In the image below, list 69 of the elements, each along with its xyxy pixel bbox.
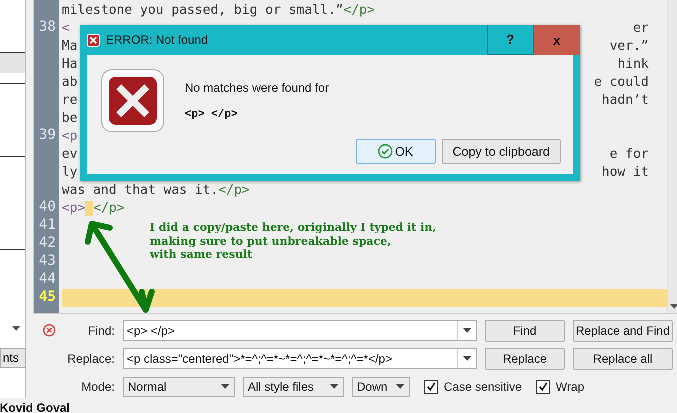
html-tag: </p> (344, 2, 376, 18)
direction-select[interactable]: Down (352, 376, 410, 396)
code-text: hadn’t (602, 92, 649, 108)
code-text: e for (610, 146, 649, 162)
help-button[interactable]: ? (487, 25, 534, 55)
code-text: milestone you passed, big or small.” (62, 2, 344, 18)
code-text: ver.” (610, 38, 649, 54)
search-query: <p> </p> (185, 109, 239, 121)
checkmark-icon (538, 382, 548, 391)
code-text: re (62, 92, 78, 108)
author-name: Kovid Goval (0, 400, 72, 413)
line-number: 40 (39, 199, 56, 215)
scroll-down-icon (12, 326, 21, 331)
checkbox-label: Wrap (556, 380, 584, 394)
ok-button[interactable]: OK (356, 139, 436, 164)
close-button[interactable]: x (534, 25, 580, 55)
space-highlight (85, 200, 94, 216)
error-icon (87, 34, 100, 46)
find-button[interactable]: Find (485, 320, 565, 342)
line-number: 44 (39, 271, 56, 287)
code-text: be (62, 110, 78, 126)
check-circle-icon (378, 144, 394, 159)
html-tag: <p (62, 128, 78, 144)
replace-button[interactable]: Replace (485, 348, 565, 370)
mode-select[interactable]: Normal (123, 376, 235, 396)
code-text: ev (62, 146, 78, 162)
find-field[interactable]: <p> </p> (123, 320, 477, 341)
code-text: ab (62, 74, 78, 90)
replace-all-button[interactable]: Replace all (573, 348, 673, 370)
code-text: Ma (62, 38, 78, 54)
scroll-down-icon (670, 304, 677, 309)
error-icon (101, 69, 165, 133)
checkbox[interactable] (424, 380, 438, 394)
checkmark-icon (426, 382, 436, 391)
annotation-note: I did a copy/paste here, originally I typed it in, making sure to put unbreakable space, with same result (150, 221, 436, 262)
dropdown-arrow-icon (462, 328, 472, 333)
replace-label: Replace: (68, 352, 115, 366)
line-number: 39 (39, 127, 56, 143)
html-tag: < (62, 20, 70, 36)
dialog-message: No matches were found for (185, 81, 330, 95)
html-tag: </p> (218, 182, 250, 198)
code-text: hink (618, 56, 649, 72)
panel-tab[interactable]: nts (0, 348, 26, 368)
dialog-title: ERROR: Not found (106, 33, 208, 47)
code-text: Ha (62, 56, 78, 72)
dropdown-arrow-icon (396, 384, 405, 389)
line-number: 45 (39, 289, 56, 305)
line-number: 38 (39, 19, 56, 35)
html-tag: <p> (62, 200, 86, 216)
code-text: how it (602, 164, 649, 180)
code-text: was and that was it. (62, 182, 219, 198)
code-text: e could (594, 74, 649, 90)
copy-button[interactable]: Copy to clipboard (442, 139, 561, 164)
mode-label: Mode: (82, 380, 115, 394)
find-label: Find: (88, 324, 115, 338)
code-text: er (633, 20, 649, 36)
line-number: 41 (39, 217, 56, 233)
html-tag: </p> (93, 200, 125, 216)
dropdown-arrow-icon (221, 384, 230, 389)
scope-select[interactable]: All style files (243, 376, 344, 396)
checkbox[interactable] (536, 380, 550, 394)
checkbox-label: Case sensitive (444, 380, 522, 394)
dropdown-arrow-icon (462, 356, 472, 361)
line-number: 43 (39, 253, 56, 269)
line-number: 42 (39, 235, 56, 251)
dropdown-arrow-icon (330, 384, 339, 389)
replace-field[interactable]: <p class="centered">*=^;^=*~*=^;^=*~*=^;^=*</p> (123, 348, 477, 369)
replace-and-find-button[interactable]: Replace and Find (573, 320, 673, 342)
code-text: ly (62, 164, 78, 180)
